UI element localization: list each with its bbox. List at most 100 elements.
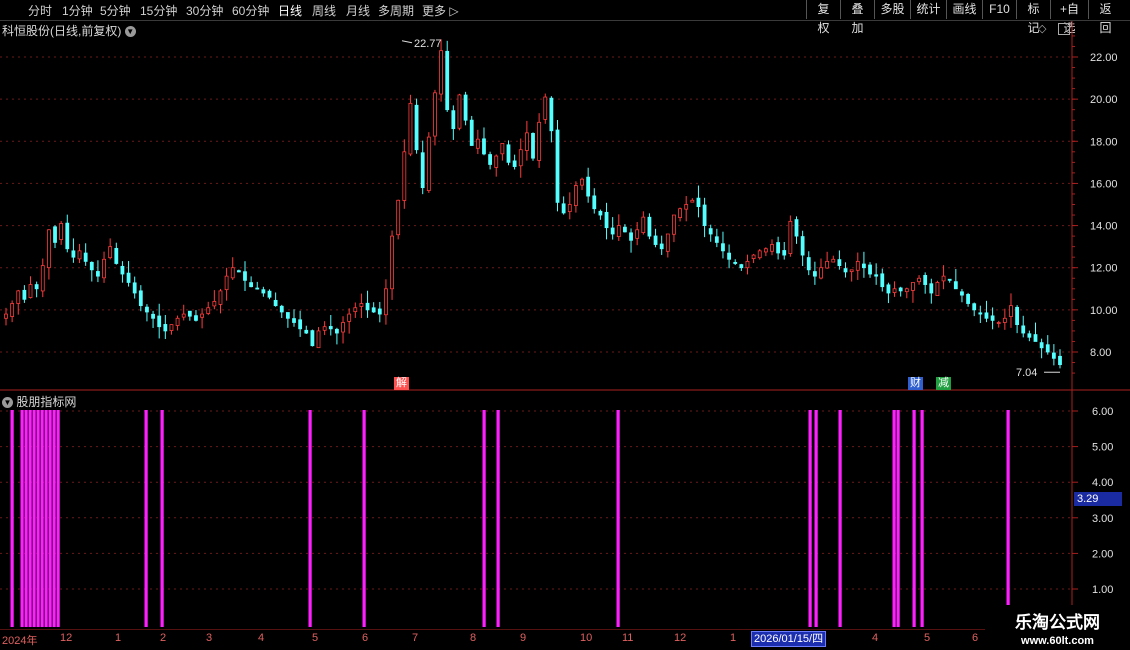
candle-body [1021,325,1026,334]
candle-body [494,155,499,168]
candle-body [953,281,958,290]
candle-body [531,133,535,159]
candle-body [831,258,836,263]
period-tab[interactable]: 30分钟 [186,2,223,19]
chevron-down-icon[interactable]: ▼ [124,26,136,38]
candle-body [187,310,192,317]
candle-body [22,289,27,300]
chart-title: 科恒股份(日线,前复权) ▼ [2,22,136,39]
candle-body [573,185,578,206]
candle-body [960,291,964,296]
candle-body [604,211,609,229]
price-tick-label: 12.00 [1090,263,1118,275]
candle-body [384,288,388,316]
candle-body [825,260,830,269]
period-tab[interactable]: 1分钟 [62,2,93,19]
indicator-bar [44,410,48,627]
candle-body [610,227,615,235]
candle-body [10,303,15,317]
toolbar-button[interactable]: 复权 [806,0,840,35]
candle-body [89,261,94,271]
candle-body [653,235,658,245]
period-tab[interactable]: 60分钟 [232,2,269,19]
candle-body [641,216,646,234]
candle-body [114,247,119,264]
event-tag[interactable]: 财 [908,377,923,390]
candle-body [886,284,891,294]
candle-body [800,236,805,256]
indicator-bar [48,410,52,627]
candle-body [904,288,909,293]
period-tab[interactable]: 日线 [278,2,302,19]
candle-body [1051,352,1056,359]
candle-body [984,312,989,319]
candle-body [261,289,266,294]
candle-body [482,138,486,155]
indicator-bar [160,410,164,627]
candle-body [708,228,713,235]
toolbar-button[interactable]: +自选 [1050,0,1088,35]
candle-body [255,287,260,290]
indicator-tick-label: 5.00 [1092,442,1113,454]
candle-body [304,329,309,334]
event-tag[interactable]: 减 [936,377,951,390]
time-axis-label: 2024年 [2,635,38,647]
candle-body [316,330,321,349]
period-tab[interactable]: 多周期 [378,2,414,19]
candle-body [157,315,162,328]
toolbar-button[interactable]: 标记 [1016,0,1050,35]
toolbar-button[interactable]: 多股 [874,0,910,19]
candle-body [53,226,57,243]
candle-body [721,243,725,252]
indicator-bar [24,410,28,627]
period-tab[interactable]: 分时 [28,2,52,19]
candle-body [855,260,860,271]
period-tab[interactable]: 5分钟 [100,2,131,19]
price-chart[interactable]: 22.00 20.00 18.00 16.00 14.00 12.00 10.00 8.00 2… [0,21,1130,630]
chevron-down-icon[interactable]: ▼ [2,397,13,409]
event-tag[interactable]: 解 [394,377,409,390]
candle-body [935,282,940,296]
candle-body [500,142,505,155]
candle-body [1033,334,1038,342]
period-tab[interactable]: 15分钟 [140,2,177,19]
toolbar-button[interactable]: 统计 [910,0,946,19]
candle-body [1045,344,1050,353]
candle-body [181,313,186,318]
candle-body [77,250,82,260]
candle-body [469,119,474,146]
candle-body [647,216,652,237]
indicator-bar [32,410,36,627]
period-tab[interactable]: 更多 ▷ [422,2,459,19]
toolbar-button[interactable]: F10 [982,0,1016,19]
candle-body [4,313,8,319]
window-icon[interactable] [1058,23,1070,35]
candle-body [1027,333,1032,338]
period-tab[interactable]: 周线 [312,2,336,19]
time-axis-label: 3 [206,632,213,644]
price-tick-label: 20.00 [1090,94,1118,106]
candle-body [978,312,983,315]
candle-body [310,330,315,347]
candle-body [298,319,303,330]
candle-body [727,252,731,260]
candle-body [206,307,211,314]
period-tab[interactable]: 月线 [346,2,370,19]
candle-body [322,326,327,331]
diamond-icon[interactable]: ◇ [1038,22,1046,35]
candle-body [212,301,217,307]
toolbar-button[interactable]: 叠加 [840,0,874,35]
toolbar-button[interactable]: 返回 [1088,0,1122,35]
candle-body [616,225,621,238]
candle-body [132,282,137,294]
indicator-bar [496,410,500,627]
indicator-bar [10,410,14,627]
candle-body [353,307,358,313]
candle-body [874,274,879,277]
toolbar-button[interactable]: 画线 [946,0,982,19]
candle-body [684,204,689,210]
candle-body [690,199,695,203]
time-axis: 2024年 12 1 2 3 4 5 6 7 8 9 10 11 12 1 4 5 6 [0,630,1072,650]
indicator-bar [892,410,896,627]
candle-body [598,210,603,216]
